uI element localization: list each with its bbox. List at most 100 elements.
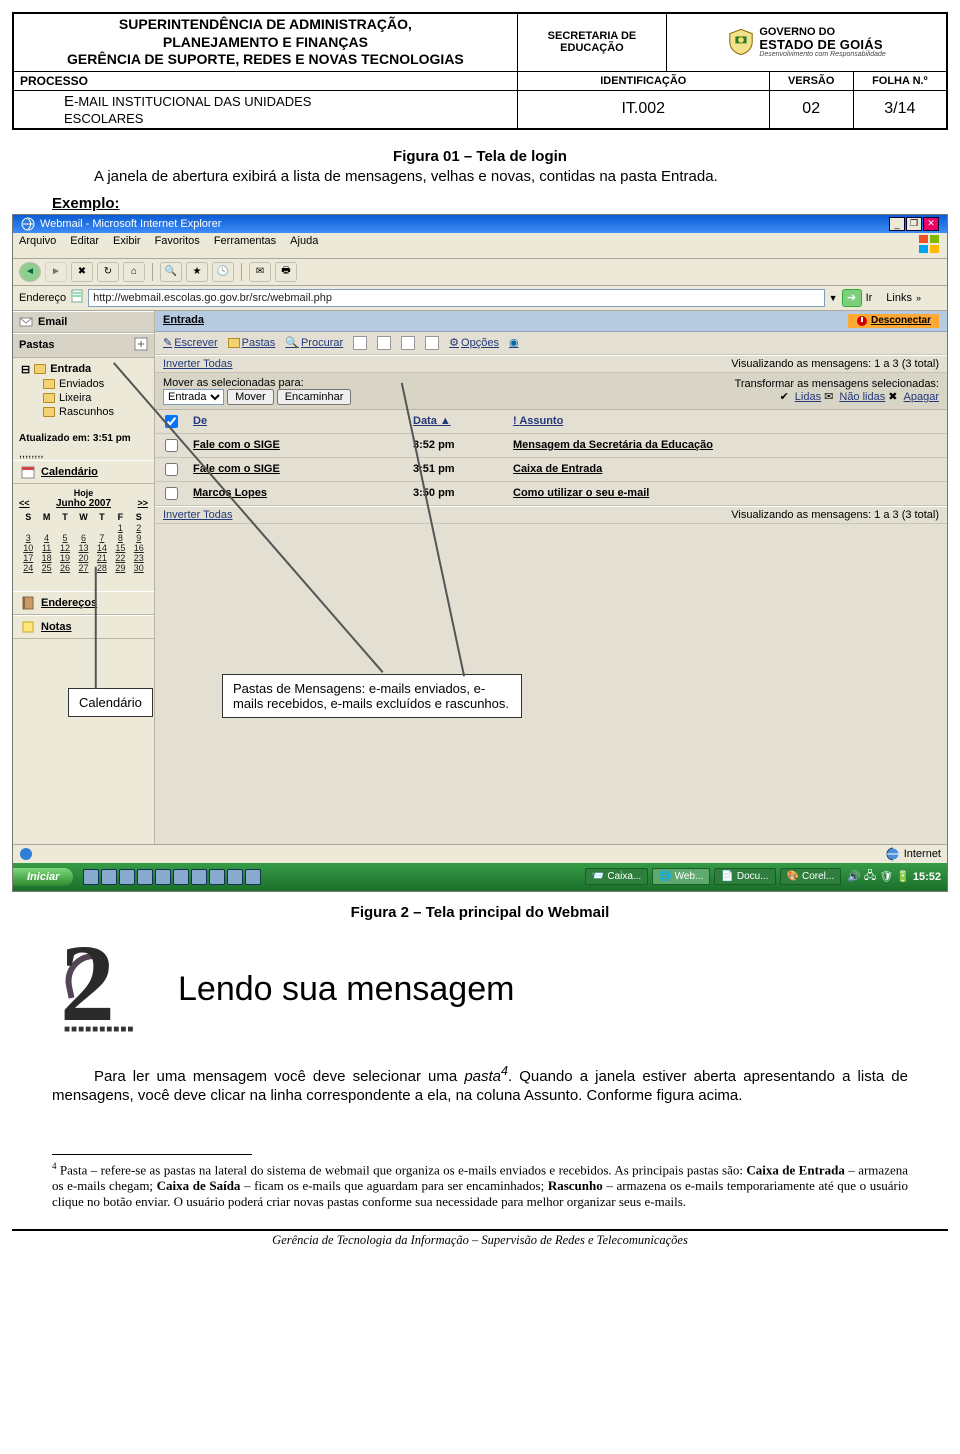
gov-logo-cell: GOVERNO DO ESTADO DE GOIÁS Desenvolvimen… [667,14,947,72]
refresh-icon[interactable]: ↻ [97,262,119,282]
callout-pastas: Pastas de Mensagens: e-mails enviados, e… [222,674,522,718]
tool-icon[interactable] [425,336,439,350]
versao-head: VERSÃO [769,71,853,90]
document-header: SUPERINTENDÊNCIA DE ADMINISTRAÇÃO, PLANE… [12,12,948,130]
taskbar-tab[interactable]: 🎨Corel... [780,868,842,885]
update-dots: ,,,,,,,, [13,448,154,460]
folder-tree[interactable]: ⊟Entrada Enviados Lixeira Rascunhos [13,358,154,429]
mail-icon[interactable]: ✉ [249,262,271,282]
ie-address-bar[interactable]: Endereço http://webmail.escolas.go.gov.b… [13,286,947,311]
footnote-rule [52,1154,252,1155]
maximize-icon[interactable]: ❐ [906,217,922,231]
compose-icon: ✎ [163,336,172,349]
row-checkbox[interactable] [165,439,178,452]
footnote: 4 Pasta – refere-se as pastas na lateral… [0,1161,960,1211]
intro-paragraph: A janela de abertura exibirá a lista de … [52,167,908,187]
message-row[interactable]: Marcos Lopes3:50 pmComo utilizar o seu e… [155,481,947,505]
expand-icon[interactable] [134,337,148,354]
mark-read-link[interactable]: Lidas [795,391,821,403]
favorites-icon[interactable]: ★ [186,262,208,282]
notes-icon [21,620,35,634]
tool-icon[interactable] [353,336,367,350]
tool-icon[interactable] [377,336,391,350]
search-icon[interactable]: 🔍 [160,262,182,282]
ie-menubar[interactable]: ArquivoEditarExibir FavoritosFerramentas… [13,233,947,259]
select-all-checkbox[interactable] [165,415,178,428]
row-checkbox[interactable] [165,463,178,476]
folder-icon [228,338,240,348]
ie-toolbar[interactable]: ◄ ► ✖ ↻ ⌂ 🔍 ★ 🕓 ✉ 🖶 [13,259,947,286]
options-icon: ⚙ [449,336,459,349]
go-button[interactable]: ➔ [842,289,862,307]
back-icon[interactable]: ◄ [19,262,41,282]
section-heading: 2 ■■■■■■■■■■ Lendo sua mensagem [60,945,920,1035]
forward-icon[interactable]: ► [45,262,67,282]
callout-calendario: Calendário [68,688,153,717]
taskbar-tab[interactable]: 🌐Web... [652,868,710,885]
chapter-number-2-icon: 2 ■■■■■■■■■■ [60,945,160,1035]
print-icon[interactable]: 🖶 [275,262,297,282]
row-checkbox[interactable] [165,487,178,500]
windows-flag-icon [919,235,941,256]
screenshot-container: Webmail - Microsoft Internet Explorer _ … [12,214,948,892]
message-row[interactable]: Fale com o SIGE3:51 pmCaixa de Entrada [155,457,947,481]
calendar-icon [21,465,35,479]
viewing-label: Visualizando as mensagens: 1 a 3 (3 tota… [731,358,939,370]
address-input[interactable]: http://webmail.escolas.go.gov.br/src/web… [88,289,825,307]
invert-all-link-bottom[interactable]: Inverter Todas [163,509,233,521]
move-button[interactable] [227,389,274,405]
ie-icon [21,217,35,231]
clock: 15:52 [913,871,941,883]
state-shield-icon [727,28,755,56]
taskbar-tab[interactable]: 📄Docu... [714,868,775,885]
windows-taskbar[interactable]: Iniciar 📨Caixa... 🌐Web... 📄Docu... 🎨Core… [13,863,947,891]
minimize-icon[interactable]: _ [889,217,905,231]
webmail-toolbar[interactable]: ✎Escrever Pastas 🔍Procurar ⚙Opções ◉ [155,332,947,355]
versao-value: 02 [769,90,853,128]
home-icon[interactable]: ⌂ [123,262,145,282]
disconnect-button[interactable]: Desconectar [848,314,939,328]
process-title: E-MAIL INSTITUCIONAL DAS UNIDADES ESCOLA… [14,90,518,128]
ie-titlebar: Webmail - Microsoft Internet Explorer _ … [13,215,947,233]
breadcrumb[interactable]: Entrada [163,314,204,328]
org-title: SUPERINTENDÊNCIA DE ADMINISTRAÇÃO, PLANE… [14,14,518,72]
folha-value: 3/14 [853,90,946,128]
sidebar-enderecos[interactable]: Endereços [13,591,154,615]
sidebar-notas[interactable]: Notas [13,615,154,639]
folha-head: FOLHA N.º [853,71,946,90]
address-book-icon [21,596,35,610]
figure-1-caption: Figura 01 – Tela de login [52,148,908,165]
mark-unread-link[interactable]: Não lidas [839,391,885,403]
snag-icon[interactable] [925,290,941,306]
tool-icon[interactable] [401,336,415,350]
identificacao-value: IT.002 [517,90,769,128]
page-icon [70,289,84,306]
delete-link[interactable]: Apagar [904,391,939,403]
webmail-main: Entrada Desconectar ✎Escrever Pastas 🔍Pr… [155,311,947,844]
sidebar-calendario[interactable]: Calendário [13,460,154,484]
message-list[interactable]: De Data ▲ ! Assunto Fale com o SIGE3:52 … [155,410,947,506]
move-target-select[interactable]: Entrada [163,389,224,405]
message-row[interactable]: Fale com o SIGE3:52 pmMensagem da Secret… [155,433,947,457]
exemplo-label: Exemplo: [52,195,120,212]
ie-small-icon [19,847,33,861]
power-icon [856,315,868,327]
taskbar-tab[interactable]: 📨Caixa... [585,868,648,885]
mail-icon [19,315,33,329]
figure-2-caption: Figura 2 – Tela principal do Webmail [0,904,960,921]
history-icon[interactable]: 🕓 [212,262,234,282]
body-paragraph: Para ler uma mensagem você deve selecion… [52,1063,908,1106]
invert-all-link[interactable]: Inverter Todas [163,358,233,370]
secretaria-label: SECRETARIA DE EDUCAÇÃO [517,14,666,72]
footer-text: Gerência de Tecnologia da Informação – S… [0,1233,960,1262]
footer-rule [12,1229,948,1231]
forward-button[interactable] [277,389,352,405]
start-button[interactable]: Iniciar [13,868,73,886]
stop-icon[interactable]: ✖ [71,262,93,282]
processo-head: PROCESSO [14,71,518,90]
close-icon[interactable]: ✕ [923,217,939,231]
internet-zone-icon [886,847,900,861]
search-icon: 🔍 [285,336,299,349]
mini-calendar[interactable]: Hoje <<Junho 2007>> SMTWTFS1234567891011… [13,484,154,577]
help-icon[interactable]: ◉ [509,336,519,349]
